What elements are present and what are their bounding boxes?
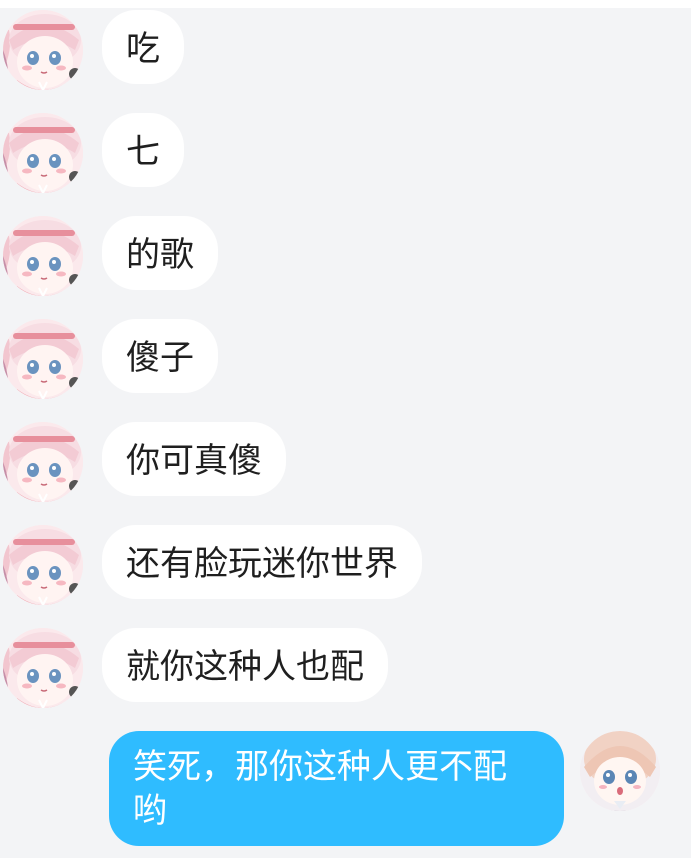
anime-girl-pink-hair-avatar[interactable] (3, 525, 83, 605)
chat-bubble-incoming[interactable]: 吃 (102, 10, 184, 84)
chat-bubble-incoming[interactable]: 傻子 (102, 319, 218, 393)
anime-girl-pink-hair-avatar[interactable] (3, 113, 83, 193)
chat-bubble-outgoing[interactable]: 笑死，那你这种人更不配哟 (109, 731, 564, 846)
chat-bubble-incoming[interactable]: 还有脸玩迷你世界 (102, 525, 422, 599)
anime-girl-blonde-hair-avatar[interactable] (580, 731, 660, 811)
anime-girl-pink-hair-avatar[interactable] (3, 422, 83, 502)
chat-bubble-incoming[interactable]: 七 (102, 113, 184, 187)
chat-bubble-incoming[interactable]: 的歌 (102, 216, 218, 290)
top-strip (0, 0, 691, 8)
anime-girl-pink-hair-avatar[interactable] (3, 216, 83, 296)
chat-bubble-incoming[interactable]: 就你这种人也配 (102, 628, 388, 702)
anime-girl-pink-hair-avatar[interactable] (3, 628, 83, 708)
chat-bubble-incoming[interactable]: 你可真傻 (102, 422, 286, 496)
anime-girl-pink-hair-avatar[interactable] (3, 10, 83, 90)
anime-girl-pink-hair-avatar[interactable] (3, 319, 83, 399)
